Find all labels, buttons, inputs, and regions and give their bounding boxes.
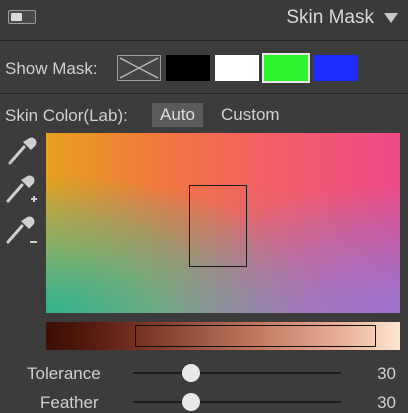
header-divider <box>0 40 408 41</box>
panel-toggle-icon[interactable] <box>8 10 36 24</box>
feather-slider-track[interactable] <box>133 401 341 403</box>
tolerance-value: 30 <box>377 364 396 383</box>
show-mask-label: Show Mask: <box>5 59 98 78</box>
mask-swatch-white[interactable] <box>215 55 259 81</box>
feather-label: Feather <box>40 393 99 412</box>
mask-swatch-none[interactable] <box>117 55 161 81</box>
panel-title: Skin Mask <box>286 7 374 28</box>
lab-color-field[interactable] <box>46 133 400 313</box>
mask-swatch-green[interactable] <box>262 53 310 83</box>
mask-swatch-blue[interactable] <box>313 55 357 81</box>
triangle-down-icon[interactable] <box>384 13 398 23</box>
tolerance-slider-thumb[interactable] <box>182 364 200 382</box>
eyedropper-icon[interactable] <box>4 133 40 169</box>
skin-color-selection-box[interactable] <box>189 185 247 267</box>
feather-slider-thumb[interactable] <box>182 393 200 411</box>
eyedropper-add-icon[interactable] <box>4 173 40 209</box>
eyedropper-subtract-icon[interactable] <box>4 214 40 250</box>
skin-color-label: Skin Color(Lab): <box>5 106 128 125</box>
cross-icon <box>119 57 159 79</box>
luminance-range-strip[interactable] <box>46 322 400 350</box>
auto-button[interactable]: Auto <box>152 103 203 127</box>
mask-swatch-black[interactable] <box>166 55 210 81</box>
panel-toggle-half <box>11 13 22 21</box>
tolerance-label: Tolerance <box>27 364 101 383</box>
custom-button[interactable]: Custom <box>213 103 288 127</box>
section-divider <box>0 93 408 94</box>
panel-header: Skin Mask <box>0 0 408 40</box>
feather-value: 30 <box>377 393 396 412</box>
luminance-range-selection[interactable] <box>135 325 376 347</box>
tolerance-slider-track[interactable] <box>133 372 341 374</box>
